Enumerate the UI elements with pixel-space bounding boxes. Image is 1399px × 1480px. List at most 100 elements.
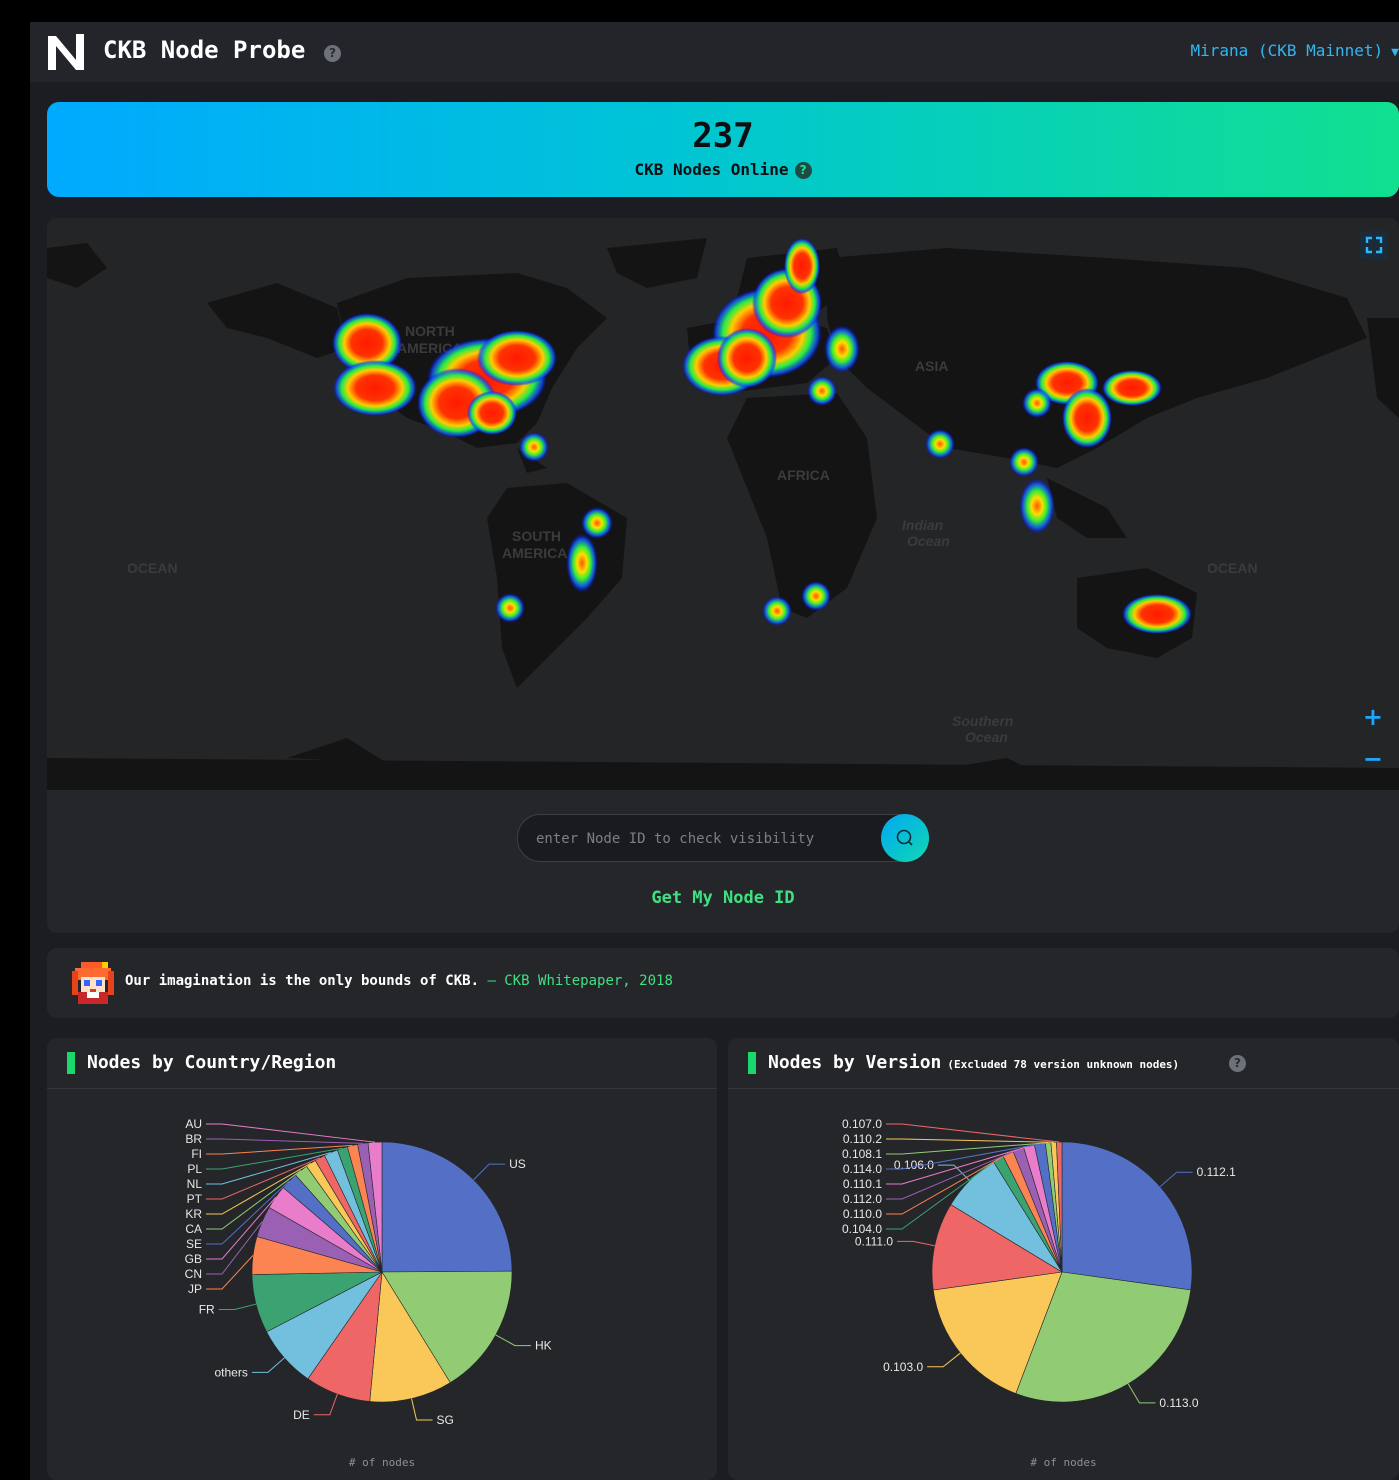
zoom-out-button[interactable]: −	[1363, 745, 1383, 773]
world-heatmap[interactable]: NORTH AMERICA SOUTH AMERICA AFRICA ASIA …	[47, 218, 1399, 790]
pie-label: NL	[187, 1177, 203, 1191]
map-label: NORTH	[405, 323, 455, 339]
pie-label-line	[206, 1255, 254, 1290]
pie-label: AU	[185, 1117, 202, 1131]
fullscreen-button[interactable]	[1360, 231, 1388, 259]
map-label: AFRICA	[777, 467, 830, 483]
map-label: ASIA	[915, 358, 948, 374]
quote-source: – CKB Whitepaper, 2018	[479, 973, 673, 989]
version-chart-header: Nodes by Version (Excluded 78 version unk…	[728, 1038, 1399, 1089]
quote-card: Our imagination is the only bounds of CK…	[47, 948, 1399, 1018]
pie-label: 0.114.0	[843, 1162, 882, 1176]
version-chart-card: Nodes by Version (Excluded 78 version unk…	[728, 1038, 1399, 1480]
country-axis-note: # of nodes	[348, 1456, 416, 1469]
pie-label: 0.112.1	[1197, 1165, 1236, 1179]
pie-label: DE	[293, 1408, 310, 1422]
pie-label: 0.108.1	[842, 1147, 882, 1161]
ckb-logo-icon[interactable]	[46, 32, 86, 72]
node-count: 237	[692, 116, 754, 156]
version-axis-note: # of nodes	[1030, 1456, 1097, 1469]
version-chart-subtitle: (Excluded 78 version unknown nodes)	[947, 1058, 1180, 1071]
pie-label: GB	[185, 1252, 202, 1266]
pie-label-line	[411, 1398, 433, 1421]
pie-label-line	[495, 1334, 531, 1347]
pie-slice-0.112.1[interactable]	[1061, 1141, 1193, 1291]
fullscreen-icon	[1365, 236, 1383, 254]
search-icon	[896, 829, 913, 846]
quote-text: Our imagination is the only bounds of CK…	[125, 973, 673, 989]
network-select-label: Mirana (CKB Mainnet)	[1190, 41, 1384, 60]
nodes-online-label: CKB Nodes Online?	[47, 160, 1399, 179]
pie-label-line	[313, 1393, 338, 1416]
pie-label-line	[473, 1163, 506, 1181]
map-label: OCEAN	[127, 560, 178, 576]
map-label: SOUTH	[512, 528, 561, 544]
pie-label: 0.103.0	[883, 1360, 923, 1374]
app-title: CKB Node Probe	[103, 36, 306, 64]
pie-label-line	[251, 1357, 285, 1373]
pie-label: 0.110.1	[843, 1177, 882, 1191]
map-label: Southern	[952, 713, 1013, 729]
header-accent-bar	[67, 1052, 75, 1074]
node-id-input[interactable]	[534, 815, 878, 863]
country-chart-header: Nodes by Country/Region	[47, 1038, 717, 1089]
help-icon[interactable]: ?	[324, 45, 341, 62]
pie-label: CN	[185, 1267, 202, 1281]
help-icon[interactable]: ?	[794, 162, 812, 179]
version-chart-title: Nodes by Version (Excluded 78 version unk…	[768, 1052, 1179, 1073]
pie-label: US	[509, 1157, 526, 1171]
pie-label: 0.111.0	[855, 1234, 894, 1248]
pie-label: CA	[185, 1222, 202, 1236]
version-chart-title-text: Nodes by Version	[768, 1052, 942, 1073]
nodes-online-banner: 237 CKB Nodes Online?	[47, 102, 1399, 197]
map-label: Ocean	[907, 533, 950, 549]
pie-label: 0.104.0	[842, 1222, 882, 1236]
search-button[interactable]	[881, 814, 929, 862]
app-window: CKB Node Probe ? Mirana (CKB Mainnet) ▼ 2…	[30, 22, 1399, 1480]
pie-label-line	[206, 1138, 363, 1144]
map-label: OCEAN	[1207, 560, 1258, 576]
pie-label-line	[1127, 1383, 1156, 1404]
network-select[interactable]: Mirana (CKB Mainnet) ▼	[1191, 41, 1399, 60]
pie-label-line	[1159, 1171, 1193, 1188]
pie-label: PL	[187, 1162, 202, 1176]
pie-slice-US[interactable]	[381, 1141, 513, 1273]
country-pie-chart[interactable]: US HK SG DE others FR JPCNGBSECAKRPTNLPLFIBRAU	[47, 1089, 717, 1454]
version-pie-chart[interactable]: 0.112.1 0.113.0 0.103.0 0.111.0 0.106.0 0.104…	[728, 1089, 1399, 1454]
quote-body: Our imagination is the only bounds of CK…	[125, 973, 480, 989]
pie-label: FI	[191, 1147, 202, 1161]
pie-label-line	[897, 1240, 935, 1247]
map-card: NORTH AMERICA SOUTH AMERICA AFRICA ASIA …	[47, 218, 1399, 933]
map-label: AMERICA	[502, 545, 567, 561]
pie-label: BR	[185, 1132, 202, 1146]
get-my-node-id-link[interactable]: Get My Node ID	[47, 888, 1399, 908]
header-accent-bar	[748, 1052, 756, 1074]
pie-label-line	[886, 1138, 1054, 1143]
caret-down-icon: ▼	[1391, 45, 1399, 60]
zoom-in-button[interactable]: +	[1363, 703, 1383, 731]
pie-label: 0.107.0	[842, 1117, 882, 1131]
pie-label: KR	[185, 1207, 202, 1221]
map-label: Indian	[902, 517, 943, 533]
help-icon[interactable]: ?	[1229, 1055, 1246, 1072]
nodes-online-text: CKB Nodes Online	[634, 160, 789, 179]
country-chart-card: Nodes by Country/Region US HK SG DE others FR…	[47, 1038, 717, 1480]
pie-label: PT	[187, 1192, 203, 1206]
pie-label: FR	[199, 1303, 215, 1317]
pie-label: HK	[535, 1339, 552, 1353]
top-bar: CKB Node Probe ? Mirana (CKB Mainnet) ▼	[30, 22, 1399, 82]
pie-label: 0.110.0	[843, 1207, 882, 1221]
pie-label: others	[215, 1365, 248, 1379]
pie-label-line	[927, 1352, 961, 1368]
map-label: Ocean	[965, 729, 1008, 745]
pie-label-line	[218, 1303, 257, 1311]
pie-label: 0.112.0	[843, 1192, 882, 1206]
avatar-icon	[72, 962, 114, 1004]
node-search-box	[517, 814, 929, 863]
pie-label: SG	[437, 1413, 454, 1427]
pie-label: 0.113.0	[1159, 1396, 1198, 1410]
pie-label: SE	[186, 1237, 202, 1251]
country-chart-title: Nodes by Country/Region	[87, 1052, 337, 1073]
pie-label: 0.106.0	[894, 1158, 934, 1172]
pie-label: JP	[188, 1282, 202, 1296]
